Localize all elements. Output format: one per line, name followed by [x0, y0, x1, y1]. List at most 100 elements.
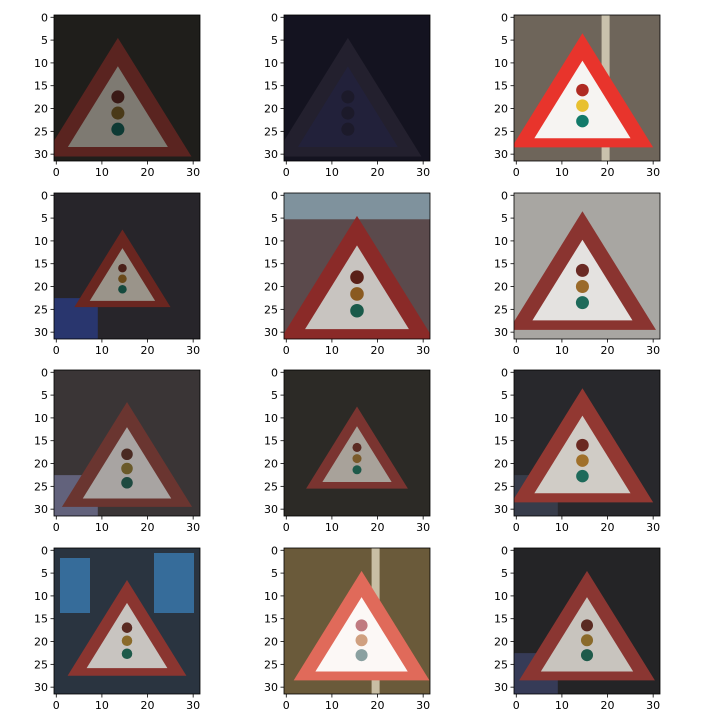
x-tick-label: 10: [95, 521, 109, 534]
image-panel-10: 0 10 20 30 0 5 10 15 20 25 30: [34, 544, 201, 712]
x-tick-label: 0: [283, 699, 290, 712]
x-tick-label: 10: [555, 521, 569, 534]
y-tick-label: 25: [34, 303, 48, 316]
image-panel-2: 0 10 20 30 0 5 10 15 20 25 30: [264, 11, 431, 179]
y-tick-label: 30: [264, 148, 278, 161]
traffic-light-yellow: [341, 106, 355, 120]
image-panel-11: 0 10 20 30 0 5 10 15 20 25 30: [264, 544, 431, 712]
y-tick-label: 0: [501, 11, 508, 24]
image-panel-3: 0 10 20 30 0 5 10 15 20 25 30: [494, 11, 661, 179]
y-tick-label: 0: [271, 11, 278, 24]
y-tick-label: 0: [41, 189, 48, 202]
traffic-light-red: [355, 619, 368, 632]
x-tick-label: 0: [513, 699, 520, 712]
traffic-light-green: [341, 122, 355, 136]
y-tick-label: 25: [34, 658, 48, 671]
y-tick-label: 20: [34, 636, 48, 649]
y-tick-label: 25: [264, 480, 278, 493]
y-tick-label: 15: [34, 80, 48, 93]
sign-image: [514, 370, 660, 516]
sign-image: [284, 548, 430, 694]
x-tick-label: 20: [141, 166, 155, 179]
x-tick-label: 0: [53, 699, 60, 712]
traffic-light-yellow: [575, 279, 589, 294]
sign-image: [54, 370, 200, 516]
y-tick-label: 20: [264, 636, 278, 649]
y-tick-label: 5: [41, 34, 48, 47]
y-tick-label: 5: [271, 212, 278, 225]
y-tick-label: 30: [34, 503, 48, 516]
x-tick-label: 10: [95, 344, 109, 357]
y-tick-label: 10: [34, 412, 48, 425]
x-tick-label: 20: [371, 521, 385, 534]
traffic-light-yellow: [576, 99, 589, 112]
y-tick-label: 0: [501, 189, 508, 202]
y-tick-label: 5: [501, 567, 508, 580]
y-tick-label: 25: [494, 303, 508, 316]
x-tick-label: 10: [95, 699, 109, 712]
x-tick-label: 10: [325, 166, 339, 179]
y-tick-label: 10: [494, 57, 508, 70]
y-tick-label: 25: [494, 480, 508, 493]
x-tick-label: 30: [646, 699, 660, 712]
x-tick-label: 20: [371, 166, 385, 179]
y-tick-label: 10: [34, 590, 48, 603]
traffic-light-green: [111, 122, 125, 136]
y-tick-label: 30: [494, 148, 508, 161]
y-tick-label: 20: [494, 103, 508, 116]
traffic-light-yellow: [121, 635, 133, 646]
y-tick-label: 30: [494, 326, 508, 339]
x-tick-label: 0: [53, 166, 60, 179]
x-tick-label: 10: [325, 521, 339, 534]
x-tick-label: 20: [601, 166, 615, 179]
image-panel-12: 0 10 20 30 0 5 10 15 20 25 30: [494, 544, 661, 712]
x-tick-label: 30: [186, 166, 200, 179]
y-tick-label: 15: [264, 613, 278, 626]
traffic-light-red: [580, 619, 594, 632]
y-tick-label: 5: [501, 389, 508, 402]
x-tick-label: 20: [141, 344, 155, 357]
x-tick-label: 20: [371, 699, 385, 712]
y-tick-label: 15: [494, 80, 508, 93]
y-tick-label: 20: [264, 103, 278, 116]
y-tick-label: 15: [494, 258, 508, 271]
x-tick-label: 10: [555, 166, 569, 179]
x-tick-label: 30: [186, 344, 200, 357]
traffic-light-green: [576, 114, 589, 128]
traffic-light-red: [350, 270, 364, 284]
x-tick-label: 20: [371, 344, 385, 357]
traffic-light-red: [118, 263, 127, 273]
x-tick-label: 30: [416, 166, 430, 179]
x-tick-label: 0: [513, 344, 520, 357]
x-tick-label: 0: [53, 521, 60, 534]
y-tick-label: 0: [41, 366, 48, 379]
traffic-light-red: [341, 90, 355, 104]
y-tick-label: 0: [271, 366, 278, 379]
y-tick-label: 20: [494, 636, 508, 649]
traffic-light-green: [576, 469, 589, 483]
y-tick-label: 0: [271, 544, 278, 557]
y-tick-label: 5: [501, 34, 508, 47]
y-tick-label: 5: [271, 567, 278, 580]
y-tick-label: 10: [264, 412, 278, 425]
y-tick-label: 10: [264, 235, 278, 248]
y-tick-label: 20: [34, 281, 48, 294]
y-tick-label: 30: [264, 681, 278, 694]
y-tick-label: 25: [34, 480, 48, 493]
traffic-light-red: [121, 448, 133, 461]
y-tick-label: 30: [264, 326, 278, 339]
y-tick-label: 5: [41, 389, 48, 402]
x-tick-label: 0: [283, 166, 290, 179]
x-tick-label: 0: [513, 166, 520, 179]
traffic-light-yellow: [355, 634, 368, 647]
y-tick-label: 15: [494, 613, 508, 626]
y-tick-label: 5: [271, 389, 278, 402]
y-tick-label: 0: [271, 189, 278, 202]
sign-image: [284, 15, 430, 161]
y-tick-label: 15: [264, 258, 278, 271]
traffic-light-red: [576, 83, 589, 97]
y-tick-label: 25: [264, 125, 278, 138]
x-tick-label: 10: [325, 344, 339, 357]
y-tick-label: 20: [264, 281, 278, 294]
sign-image: [54, 193, 200, 339]
